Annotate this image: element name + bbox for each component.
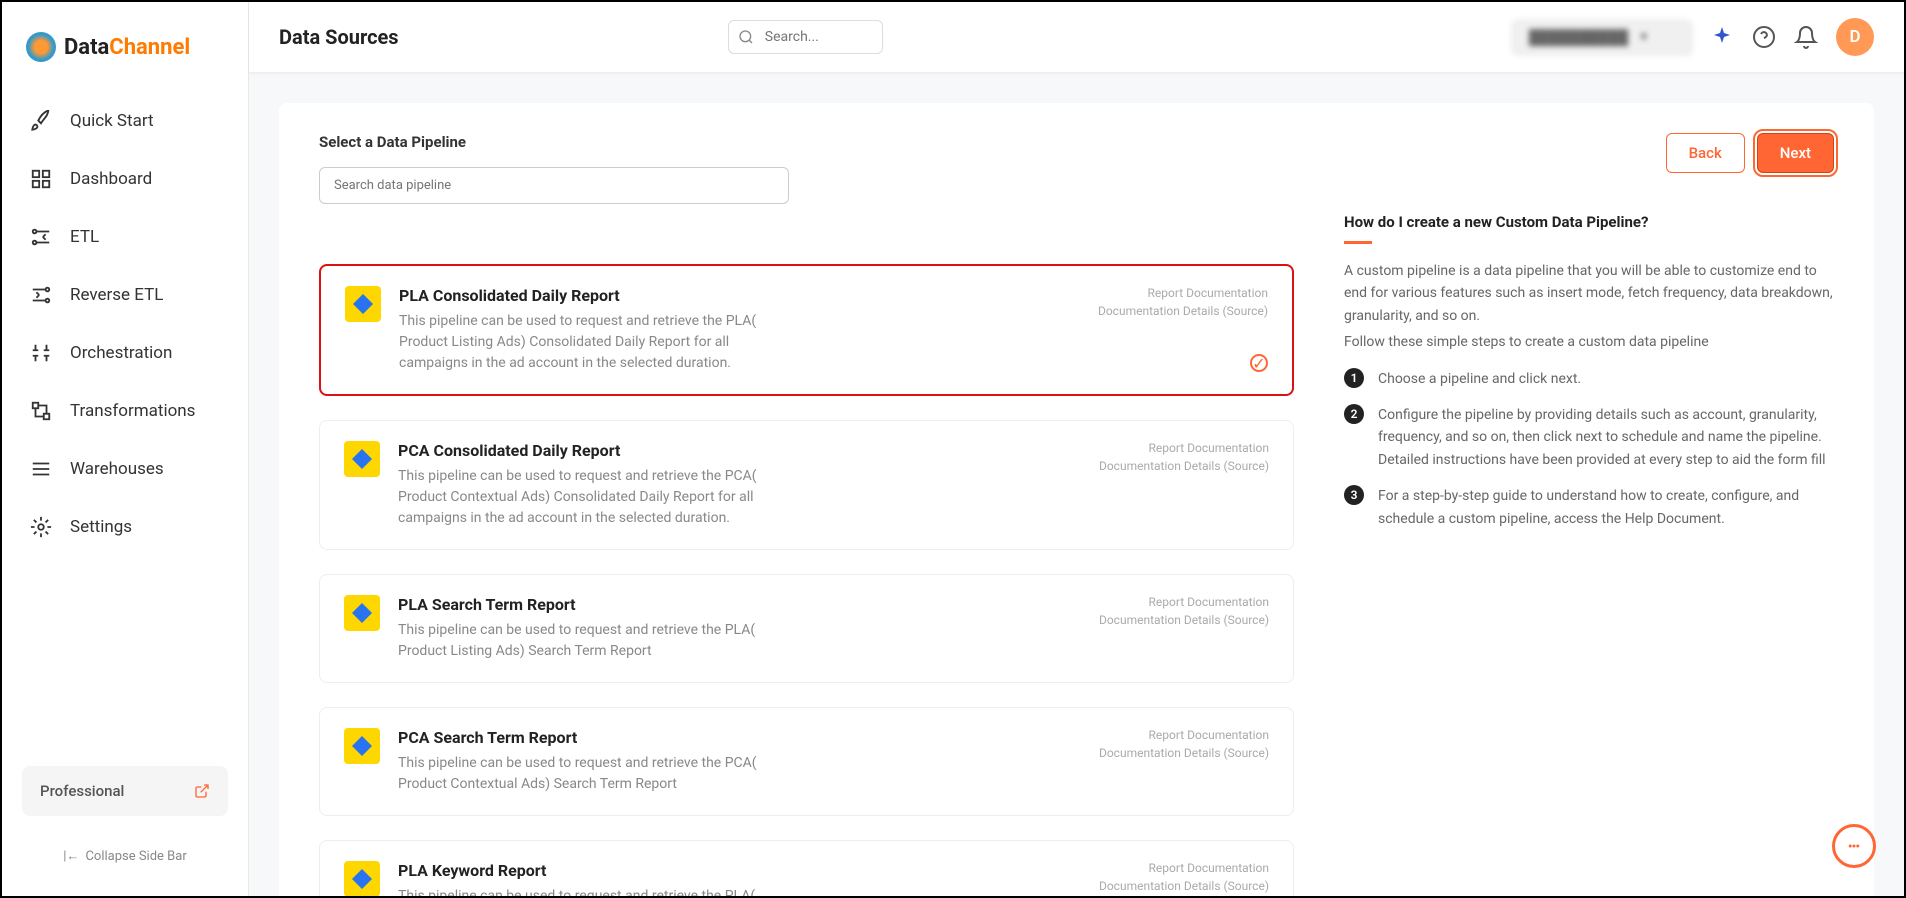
sidebar-item-orchestration[interactable]: Orchestration	[2, 324, 248, 382]
sidebar-item-dashboard[interactable]: Dashboard	[2, 150, 248, 208]
chevron-down-icon: ▾	[1640, 29, 1647, 45]
global-search	[728, 20, 883, 54]
doc-link[interactable]: Documentation Details (Source)	[1099, 744, 1269, 762]
pipeline-card[interactable]: PLA Search Term Report This pipeline can…	[319, 574, 1294, 683]
gear-icon	[30, 516, 52, 538]
sparkle-icon[interactable]	[1710, 25, 1734, 49]
doc-link[interactable]: Report Documentation	[1099, 439, 1269, 457]
doc-link[interactable]: Report Documentation	[1098, 284, 1268, 302]
sidebar-item-etl[interactable]: ETL	[2, 208, 248, 266]
main: Data Sources ██████████ ▾ D	[249, 2, 1904, 896]
avatar[interactable]: D	[1836, 18, 1874, 56]
grid-icon	[30, 168, 52, 190]
info-title: How do I create a new Custom Data Pipeli…	[1344, 213, 1834, 231]
doc-link[interactable]: Documentation Details (Source)	[1098, 302, 1268, 320]
info-step: 3 For a step-by-step guide to understand…	[1344, 485, 1834, 530]
collapse-sidebar-button[interactable]: |← Collapse Side Bar	[22, 836, 228, 876]
logo[interactable]: DataChannel	[2, 22, 248, 92]
etl-icon	[30, 226, 52, 248]
back-button[interactable]: Back	[1666, 133, 1745, 173]
sidebar-item-transformations[interactable]: Transformations	[2, 382, 248, 440]
nav: Quick Start Dashboard ETL Reverse ETL Or…	[2, 92, 248, 766]
doc-link[interactable]: Documentation Details (Source)	[1099, 457, 1269, 475]
flipkart-icon	[344, 728, 380, 764]
topbar: Data Sources ██████████ ▾ D	[249, 2, 1904, 73]
check-icon: ✓	[1250, 354, 1268, 372]
next-button[interactable]: Next	[1757, 133, 1834, 173]
flipkart-icon	[344, 441, 380, 477]
sidebar-item-settings[interactable]: Settings	[2, 498, 248, 556]
info-step: 1 Choose a pipeline and click next.	[1344, 368, 1834, 390]
flipkart-icon	[344, 861, 380, 896]
rocket-icon	[30, 110, 52, 132]
bell-icon[interactable]	[1794, 25, 1818, 49]
pipeline-card[interactable]: PLA Consolidated Daily Report This pipel…	[319, 264, 1294, 396]
page-title: Data Sources	[279, 25, 399, 49]
doc-link[interactable]: Report Documentation	[1099, 726, 1269, 744]
doc-link[interactable]: Report Documentation	[1099, 593, 1269, 611]
sidebar-item-quickstart[interactable]: Quick Start	[2, 92, 248, 150]
flipkart-icon	[344, 595, 380, 631]
pipeline-search-input[interactable]	[319, 167, 789, 204]
sidebar: DataChannel Quick Start Dashboard ETL Re…	[2, 2, 249, 896]
info-step: 2 Configure the pipeline by providing de…	[1344, 404, 1834, 471]
pipeline-card[interactable]: PCA Consolidated Daily Report This pipel…	[319, 420, 1294, 550]
doc-link[interactable]: Report Documentation	[1099, 859, 1269, 877]
chat-button[interactable]	[1832, 824, 1876, 868]
pipeline-card[interactable]: PCA Search Term Report This pipeline can…	[319, 707, 1294, 816]
logo-icon	[26, 32, 56, 62]
reverse-etl-icon	[30, 284, 52, 306]
orchestration-icon	[30, 342, 52, 364]
sidebar-item-reverse-etl[interactable]: Reverse ETL	[2, 266, 248, 324]
external-link-icon	[194, 783, 210, 799]
doc-link[interactable]: Documentation Details (Source)	[1099, 611, 1269, 629]
search-icon	[738, 29, 754, 45]
plan-badge[interactable]: Professional	[22, 766, 228, 816]
flipkart-icon	[345, 286, 381, 322]
section-title: Select a Data Pipeline	[319, 133, 789, 151]
sidebar-item-warehouses[interactable]: Warehouses	[2, 440, 248, 498]
transformations-icon	[30, 400, 52, 422]
pipeline-card[interactable]: PLA Keyword Report This pipeline can be …	[319, 840, 1294, 896]
doc-link[interactable]: Documentation Details (Source)	[1099, 877, 1269, 895]
help-icon[interactable]	[1752, 25, 1776, 49]
warehouses-icon	[30, 458, 52, 480]
tenant-selector[interactable]: ██████████ ▾	[1512, 20, 1692, 55]
